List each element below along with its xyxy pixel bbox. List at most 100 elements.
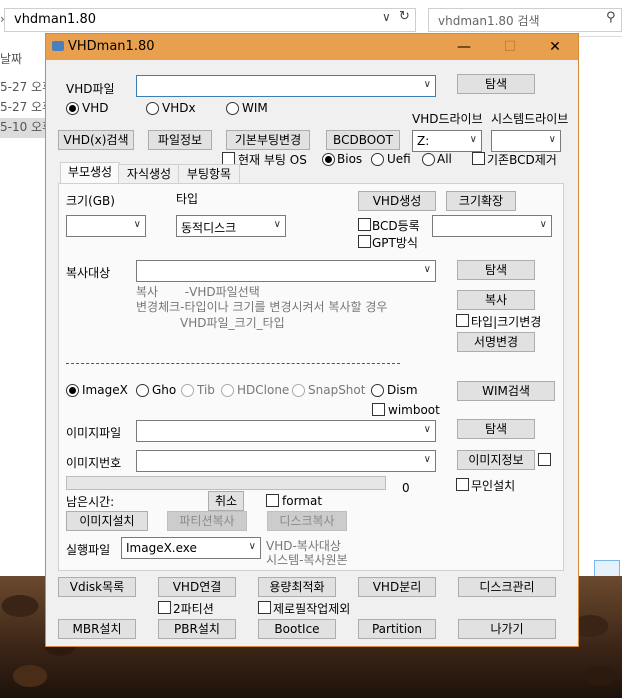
two-partitions-checkbox[interactable] — [158, 601, 171, 614]
radio-hdclone[interactable] — [221, 384, 234, 397]
radio-tib-label: Tib — [197, 383, 215, 397]
capacity-optimize-button[interactable]: 용량최적화 — [258, 577, 336, 597]
bcd-register-checkbox[interactable] — [358, 218, 371, 231]
list-item[interactable]: 5-10 오후 — [0, 118, 46, 138]
close-button[interactable]: ✕ — [532, 34, 578, 60]
explorer-column-date[interactable]: 날짜 — [0, 50, 46, 70]
remove-existing-bcd-label: 기존BCD제거 — [487, 153, 557, 167]
type-size-change-label: 타입|크기변경 — [471, 315, 542, 329]
disk-copy-button[interactable]: 디스크복사 — [267, 511, 347, 531]
exclude-zero-fill-label: 제로필작업제외 — [273, 602, 351, 616]
radio-vhdx-label: VHDx — [162, 101, 196, 115]
tab-boot-entries[interactable]: 부팅항목 — [178, 164, 240, 184]
image-file-combo[interactable]: ∨ — [136, 420, 436, 442]
copy-target-browse-button[interactable]: 탐색 — [457, 260, 535, 280]
wimboot-checkbox[interactable] — [372, 403, 385, 416]
radio-uefi[interactable] — [371, 153, 384, 166]
radio-imagex[interactable] — [66, 384, 79, 397]
partition-copy-button[interactable]: 파티션복사 — [167, 511, 247, 531]
pbr-install-button[interactable]: PBR설치 — [158, 619, 236, 639]
exec-file-value: ImageX.exe — [126, 541, 197, 555]
image-file-label: 이미지파일 — [66, 426, 122, 440]
chevron-down-icon: ∨ — [423, 424, 431, 435]
vhd-attach-button[interactable]: VHD연결 — [158, 577, 236, 597]
radio-bios[interactable] — [322, 153, 335, 166]
radio-tib[interactable] — [181, 384, 194, 397]
type-combo[interactable]: 동적디스크 ∨ — [176, 215, 286, 237]
search-icon[interactable]: ⚲ — [606, 10, 616, 25]
tab-create-child[interactable]: 자식생성 — [118, 164, 180, 184]
vhd-detach-button[interactable]: VHD분리 — [358, 577, 436, 597]
format-label: format — [282, 494, 323, 508]
list-item[interactable]: 5-27 오후 — [0, 98, 46, 118]
size-label: 크기(GB) — [66, 194, 115, 208]
bcd-target-combo[interactable]: ∨ — [432, 215, 552, 237]
refresh-icon[interactable]: ↻ — [399, 9, 410, 24]
maximize-button[interactable]: ☐ — [487, 34, 533, 60]
gpt-mode-checkbox[interactable] — [358, 235, 371, 248]
vdisk-list-button[interactable]: Vdisk목록 — [58, 577, 136, 597]
expand-size-button[interactable]: 크기확장 — [446, 191, 516, 211]
radio-wim[interactable] — [226, 102, 239, 115]
disk-management-button[interactable]: 디스크관리 — [458, 577, 556, 597]
image-info-button[interactable]: 이미지정보 — [457, 450, 535, 470]
exec-file-combo[interactable]: ImageX.exe ∨ — [121, 537, 261, 559]
exclude-zero-fill-checkbox[interactable] — [258, 601, 271, 614]
copy-target-combo[interactable]: ∨ — [136, 260, 436, 282]
system-drive-label: 시스템드라이브 — [491, 112, 569, 126]
list-item[interactable]: 5-27 오후 — [0, 78, 46, 98]
radio-wim-label: WIM — [242, 101, 268, 115]
chevron-down-icon: ∨ — [248, 541, 256, 552]
vhd-file-label: VHD파일 — [66, 82, 115, 96]
vhd-drive-combo[interactable]: Z: ∨ — [412, 130, 482, 152]
radio-dism[interactable] — [371, 384, 384, 397]
image-info-checkbox[interactable] — [538, 453, 551, 466]
explorer-address-text: vhdman1.80 — [14, 12, 96, 27]
remaining-time-label: 남은시간: — [66, 495, 115, 509]
size-combo[interactable]: ∨ — [66, 215, 146, 237]
type-size-change-checkbox[interactable] — [456, 314, 469, 327]
radio-vhdx[interactable] — [146, 102, 159, 115]
browse-button[interactable]: 탐색 — [457, 74, 535, 94]
bcdboot-button[interactable]: BCDBOOT — [326, 130, 400, 150]
radio-gho[interactable] — [136, 384, 149, 397]
radio-gho-label: Gho — [152, 383, 177, 397]
current-boot-os-label: 현재 부팅 OS — [238, 153, 307, 167]
chevron-down-icon: ∨ — [273, 219, 281, 230]
signature-change-button[interactable]: 서명변경 — [457, 332, 535, 352]
unattended-install-checkbox[interactable] — [456, 478, 469, 491]
tab-create-parent[interactable]: 부모생성 — [60, 162, 120, 185]
chevron-down-icon: ∨ — [423, 264, 431, 275]
image-file-browse-button[interactable]: 탐색 — [457, 419, 535, 439]
radio-vhd[interactable] — [66, 102, 79, 115]
radio-bios-label: Bios — [337, 152, 363, 166]
change-default-boot-button[interactable]: 기본부팅변경 — [226, 130, 310, 150]
radio-hdclone-label: HDClone — [237, 383, 290, 397]
exit-button[interactable]: 나가기 — [458, 619, 556, 639]
vhd-file-combo[interactable]: ∨ — [136, 75, 436, 97]
bootice-button[interactable]: BootIce — [258, 619, 336, 639]
system-drive-combo[interactable]: ∨ — [491, 130, 561, 152]
chevron-down-icon: ∨ — [539, 219, 547, 230]
copy-button[interactable]: 복사 — [457, 290, 535, 310]
exec-file-label: 실행파일 — [66, 543, 111, 557]
radio-all-label: All — [437, 152, 452, 166]
remove-existing-bcd-checkbox[interactable] — [472, 152, 485, 165]
minimize-button[interactable]: — — [441, 34, 487, 60]
partition-button[interactable]: Partition — [358, 619, 436, 639]
image-install-button[interactable]: 이미지설치 — [66, 511, 148, 531]
vhdx-search-button[interactable]: VHD(x)검색 — [58, 130, 134, 150]
mbr-install-button[interactable]: MBR설치 — [58, 619, 136, 639]
image-number-combo[interactable]: ∨ — [136, 450, 436, 472]
create-vhd-button[interactable]: VHD생성 — [358, 191, 436, 211]
copy-hint-line2: 변경체크-타입이나 크기를 변경시켜서 복사할 경우 — [136, 300, 388, 314]
cancel-button[interactable]: 취소 — [208, 491, 244, 511]
radio-snapshot-label: SnapShot — [308, 383, 366, 397]
radio-imagex-label: ImageX — [82, 383, 128, 397]
format-checkbox[interactable] — [266, 494, 279, 507]
file-info-button[interactable]: 파일정보 — [148, 130, 212, 150]
chevron-down-icon[interactable]: ∨ — [382, 10, 391, 24]
radio-snapshot[interactable] — [292, 384, 305, 397]
radio-all[interactable] — [422, 153, 435, 166]
wim-search-button[interactable]: WIM검색 — [457, 381, 555, 401]
